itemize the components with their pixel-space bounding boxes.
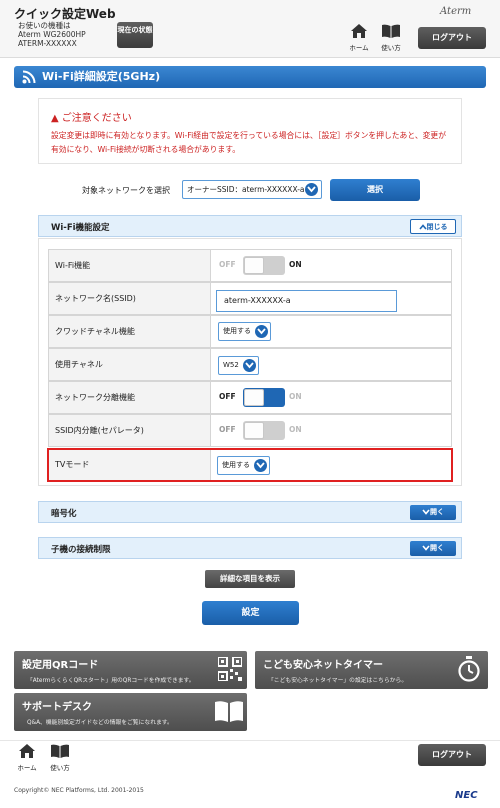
home-nav[interactable]: ホーム [344, 24, 374, 52]
qr-code-icon [218, 657, 242, 681]
toggle-on-label: ON [289, 260, 302, 269]
caution-title-text: ご注意ください [61, 113, 132, 124]
book-icon [215, 701, 243, 722]
home-icon [351, 24, 367, 38]
chevron-down-icon [243, 359, 256, 372]
ssid-input[interactable]: aterm-XXXXXX-a [216, 290, 397, 312]
page-title-text: Wi-Fi詳細設定(5GHz) [42, 70, 161, 83]
toggle-off-label: OFF [219, 392, 236, 401]
device-caption: お使いの機種は [18, 21, 71, 30]
tv-mode-select[interactable]: 使用する [217, 456, 270, 475]
ssid-label: ネットワーク名(SSID) [49, 283, 211, 314]
network-separation-label: ネットワーク分離機能 [49, 382, 211, 413]
brand-logo: Aterm [440, 6, 472, 17]
channel-select[interactable]: W52 [218, 356, 259, 375]
app-title: クイック設定Web [14, 7, 116, 21]
wifi-section-header: Wi-Fi機能設定 閉じる [38, 215, 462, 237]
row-quad-channel: クワッドチャネル機能 使用する [48, 315, 452, 348]
apply-settings-button[interactable]: 設定 [202, 601, 299, 625]
logout-button[interactable]: ログアウト [418, 27, 486, 49]
quad-channel-select[interactable]: 使用する [218, 322, 271, 341]
chevron-down-icon [422, 545, 430, 551]
collapse-wifi-section-button[interactable]: 閉じる [410, 219, 456, 234]
child-connection-section-title: 子機の接続制限 [51, 545, 111, 555]
support-panel-desc: Q&A、機能別設定ガイドなどの情報をご覧になれます。 [27, 720, 173, 726]
network-select[interactable]: オーナーSSID：aterm-XXXXXX-a [182, 180, 322, 199]
footer-help-label: 使い方 [50, 764, 70, 772]
expand-child-connection-button[interactable]: 開く [410, 541, 456, 556]
caution-box: ▲ ご注意ください 設定変更は即時に有効となります。Wi-Fi経由で設定を行ってい… [38, 98, 462, 164]
caution-text: 設定変更は即時に有効となります。Wi-Fi経由で設定を行っている場合には、［設定… [51, 131, 447, 154]
device-ssid: ATERM-XXXXXX [18, 39, 77, 48]
select-network-button[interactable]: 選択 [330, 179, 420, 201]
device-model: Aterm WG2600HP [18, 30, 86, 39]
toggle-on-label: ON [289, 425, 302, 434]
row-wifi-function: Wi-Fi機能 OFF ON [48, 249, 452, 282]
stopwatch-icon [458, 656, 480, 682]
network-select-label: 対象ネットワークを選択 [82, 186, 170, 195]
encryption-section-title: 暗号化 [51, 509, 77, 519]
expand-encryption-button[interactable]: 開く [410, 505, 456, 520]
ssid-separator-label: SSID内分離(セパレータ) [49, 415, 211, 446]
toggle-on-label: ON [289, 392, 302, 401]
row-network-separation: ネットワーク分離機能 OFF ON [48, 381, 452, 414]
support-desk-panel[interactable]: サポートデスク Q&A、機能別設定ガイドなどの情報をご覧になれます。 [14, 693, 247, 731]
support-panel-title: サポートデスク [22, 702, 92, 713]
qr-code-panel[interactable]: 設定用QRコード 「AtermらくらくQRスタート」用のQRコードを作成できます… [14, 651, 247, 689]
expand-label: 開く [430, 544, 444, 552]
row-channel: 使用チャネル W52 [48, 348, 452, 381]
nec-logo: NEC [455, 790, 478, 801]
child-connection-section-header[interactable]: 子機の接続制限 開く [38, 537, 462, 559]
wifi-section-title: Wi-Fi機能設定 [51, 223, 110, 233]
chevron-up-icon [418, 224, 427, 230]
footer-help-nav[interactable]: 使い方 [45, 744, 75, 772]
copyright: Copyright© NEC Platforms, Ltd. 2001-2015 [14, 787, 144, 794]
status-button[interactable]: 現在の状態 [117, 22, 153, 48]
timer-panel-desc: 「こども安心ネットタイマー」の設定はこちらから。 [268, 678, 408, 684]
show-details-button[interactable]: 詳細な項目を表示 [205, 570, 295, 588]
net-timer-panel[interactable]: こども安心ネットタイマー 「こども安心ネットタイマー」の設定はこちらから。 [255, 651, 488, 689]
home-label: ホーム [349, 44, 369, 52]
warning-icon: ▲ [51, 113, 59, 124]
footer-home-nav[interactable]: ホーム [12, 744, 42, 772]
page-title: Wi-Fi詳細設定(5GHz) [14, 66, 486, 88]
caution-title: ▲ ご注意ください [51, 109, 132, 124]
wifi-function-label: Wi-Fi機能 [49, 250, 211, 281]
channel-value: W52 [223, 361, 239, 369]
qr-panel-desc: 「AtermらくらくQRスタート」用のQRコードを作成できます。 [27, 678, 195, 684]
quad-channel-value: 使用する [223, 327, 251, 335]
toggle-off-label: OFF [219, 260, 236, 269]
toggle-off-label: OFF [219, 425, 236, 434]
chevron-down-icon [422, 509, 430, 515]
collapse-label: 閉じる [426, 223, 448, 231]
home-icon [19, 744, 35, 758]
qr-panel-title: 設定用QRコード [22, 660, 99, 671]
row-ssid-separator: SSID内分離(セパレータ) OFF ON [48, 414, 452, 447]
footer-home-label: ホーム [17, 764, 37, 772]
timer-panel-title: こども安心ネットタイマー [263, 660, 383, 671]
expand-label: 開く [430, 508, 444, 516]
book-icon [51, 744, 69, 758]
header: クイック設定Web お使いの機種は Aterm WG2600HP ATERM-X… [0, 0, 500, 58]
row-tv-mode: TVモード 使用する [47, 448, 453, 482]
channel-label: 使用チャネル [49, 349, 211, 380]
chevron-down-icon [254, 459, 267, 472]
book-icon [382, 24, 400, 38]
tv-mode-label: TVモード [49, 450, 211, 480]
quad-channel-label: クワッドチャネル機能 [49, 316, 211, 347]
help-nav[interactable]: 使い方 [376, 24, 406, 52]
network-select-value: オーナーSSID：aterm-XXXXXX-a [187, 185, 305, 194]
wifi-icon [22, 70, 36, 84]
help-label: 使い方 [381, 44, 401, 52]
chevron-down-icon [255, 325, 268, 338]
chevron-down-icon [305, 183, 318, 196]
footer-logout-button[interactable]: ログアウト [418, 744, 486, 766]
tv-mode-value: 使用する [222, 461, 250, 469]
encryption-section-header[interactable]: 暗号化 開く [38, 501, 462, 523]
